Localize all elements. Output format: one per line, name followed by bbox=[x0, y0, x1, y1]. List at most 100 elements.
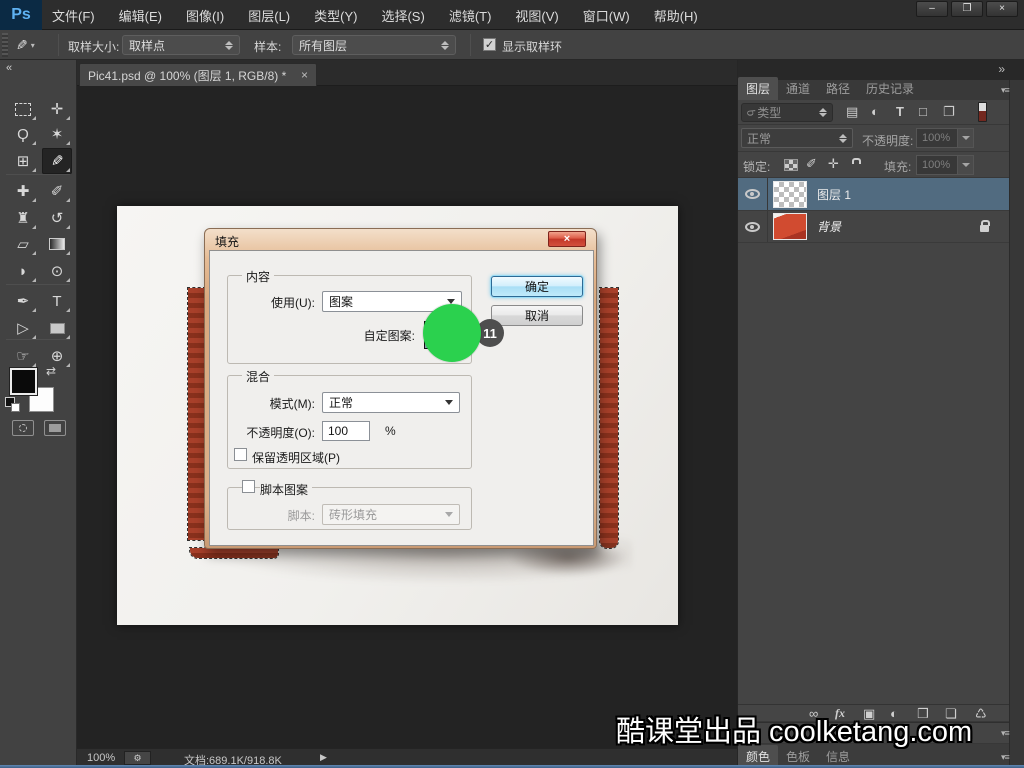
menu-select[interactable]: 选择(S) bbox=[381, 6, 424, 25]
close-button[interactable]: × bbox=[986, 1, 1018, 17]
lock-pixels-icon[interactable]: ✐ bbox=[806, 156, 817, 172]
tool-brush[interactable]: ✐ bbox=[42, 178, 72, 204]
background-thumbnail[interactable] bbox=[773, 213, 807, 240]
scripted-patterns-label: 脚本图案 bbox=[260, 481, 313, 498]
status-arrow-icon[interactable]: ▶ bbox=[320, 752, 327, 763]
lock-position-icon[interactable]: ✛ bbox=[828, 156, 839, 172]
quick-mask-button[interactable] bbox=[12, 420, 34, 436]
eyedropper-icon: ✎ bbox=[50, 153, 64, 170]
filter-type-layers-icon[interactable]: T bbox=[896, 104, 904, 119]
filter-toggle[interactable] bbox=[978, 102, 987, 122]
filter-pixel-layers-icon[interactable]: ▤ bbox=[846, 104, 858, 120]
divider bbox=[6, 339, 70, 340]
tool-type[interactable]: T bbox=[42, 288, 72, 314]
tool-hand[interactable]: ☞ bbox=[8, 343, 38, 369]
tool-gradient[interactable] bbox=[42, 231, 72, 257]
opacity-value[interactable]: 100% bbox=[916, 128, 958, 148]
blend-mode-select[interactable]: 正常 bbox=[741, 128, 853, 148]
layer-row-background[interactable]: 背景 bbox=[738, 210, 1009, 243]
layer-name[interactable]: 背景 bbox=[817, 218, 841, 235]
filter-adjustment-layers-icon[interactable]: ◐ bbox=[871, 104, 879, 119]
tool-clone-stamp[interactable]: ♜ bbox=[8, 205, 38, 231]
foreground-color-swatch[interactable] bbox=[9, 367, 38, 396]
menu-help[interactable]: 帮助(H) bbox=[654, 6, 698, 25]
dialog-close-button[interactable]: × bbox=[548, 231, 586, 247]
dialog-body: 内容 使用(U): 图案 自定图案: ▾ 确定 取消 bbox=[209, 250, 594, 546]
opacity-input[interactable]: 100 bbox=[322, 421, 370, 441]
show-sampling-ring-checkbox[interactable]: ✓ bbox=[483, 38, 496, 51]
tab-layers[interactable]: 图层 bbox=[738, 77, 779, 100]
restore-button[interactable]: ❐ bbox=[951, 1, 983, 17]
menu-view[interactable]: 视图(V) bbox=[515, 6, 558, 25]
tool-history-brush[interactable]: ↺ bbox=[42, 205, 72, 231]
shape-icon bbox=[49, 322, 65, 334]
collapse-panel-icon[interactable]: « bbox=[0, 62, 76, 78]
tool-magic-wand[interactable]: ✶ bbox=[42, 121, 72, 147]
tool-move[interactable]: ✛ bbox=[42, 96, 72, 122]
tool-rectangular-marquee[interactable] bbox=[8, 96, 38, 122]
canvas-image: 填充 × 内容 使用(U): 图案 自定图案: ▾ bbox=[117, 206, 678, 625]
visibility-eye-icon[interactable] bbox=[745, 221, 760, 232]
panel-menu-icon[interactable]: ▾≡ bbox=[1001, 728, 1010, 739]
fill-value[interactable]: 100% bbox=[916, 155, 958, 175]
tool-eraser[interactable]: ▱ bbox=[8, 231, 38, 257]
gradient-icon bbox=[49, 238, 65, 250]
pen-icon: ✒ bbox=[16, 293, 30, 310]
sample-size-select[interactable]: 取样点 bbox=[122, 35, 240, 55]
menu-edit[interactable]: 编辑(E) bbox=[119, 6, 162, 25]
tab-paths[interactable]: 路径 bbox=[818, 77, 858, 100]
cancel-button[interactable]: 取消 bbox=[491, 305, 583, 326]
tool-healing-brush[interactable]: ✚ bbox=[8, 178, 38, 204]
tool-blur[interactable]: ◗ bbox=[8, 258, 38, 284]
tool-preset[interactable]: ✎ ▾ bbox=[16, 34, 52, 56]
tab-channels[interactable]: 通道 bbox=[778, 77, 818, 100]
panel-menu-icon[interactable]: ▾≡ bbox=[1001, 752, 1010, 763]
canvas-area: Pic41.psd @ 100% (图层 1, RGB/8) * × 填充 × … bbox=[77, 60, 737, 768]
zoom-level[interactable]: 100% bbox=[87, 752, 115, 764]
swap-colors-icon[interactable]: ⇄ bbox=[46, 364, 56, 378]
menu-image[interactable]: 图像(I) bbox=[186, 6, 224, 25]
document-tab[interactable]: Pic41.psd @ 100% (图层 1, RGB/8) * × bbox=[79, 63, 317, 86]
tool-crop[interactable]: ⊞ bbox=[8, 148, 38, 174]
tool-eyedropper[interactable]: ✎ bbox=[42, 148, 72, 174]
layer1-thumbnail[interactable] bbox=[773, 180, 807, 208]
lock-transparency-icon[interactable] bbox=[784, 159, 798, 171]
menu-window[interactable]: 窗口(W) bbox=[583, 6, 630, 25]
layer-row-layer1[interactable]: 图层 1 bbox=[738, 178, 1009, 210]
close-tab-icon[interactable]: × bbox=[301, 68, 308, 82]
selection-left-edge bbox=[187, 287, 206, 541]
delete-layer-icon[interactable]: ♺ bbox=[975, 706, 987, 722]
visibility-eye-icon[interactable] bbox=[745, 189, 760, 199]
opacity-arrow-icon[interactable] bbox=[958, 128, 974, 148]
tab-history[interactable]: 历史记录 bbox=[858, 77, 922, 100]
crop-icon: ⊞ bbox=[16, 153, 30, 170]
status-options-icon[interactable]: ⚙ bbox=[124, 751, 151, 765]
dialog-title: 填充 bbox=[215, 235, 240, 249]
mode-select[interactable]: 正常 bbox=[322, 392, 460, 413]
preserve-transparency-checkbox[interactable] bbox=[234, 448, 247, 461]
tool-lasso[interactable]: Ϙ bbox=[8, 121, 38, 147]
ok-button[interactable]: 确定 bbox=[491, 276, 583, 297]
filter-kind-select[interactable]: ρ 类型 bbox=[741, 103, 833, 122]
updown-arrows-icon bbox=[224, 40, 233, 51]
tool-pen[interactable]: ✒ bbox=[8, 288, 38, 314]
menu-layer[interactable]: 图层(L) bbox=[248, 6, 290, 25]
sample-label: 样本: bbox=[254, 40, 282, 54]
screen-mode-button[interactable] bbox=[44, 420, 66, 436]
panel-menu-icon[interactable]: ▾≡ bbox=[1001, 85, 1010, 96]
sample-select[interactable]: 所有图层 bbox=[292, 35, 456, 55]
sample-size-value: 取样点 bbox=[129, 38, 166, 53]
minimize-button[interactable]: – bbox=[916, 1, 948, 17]
scripted-patterns-checkbox[interactable] bbox=[242, 480, 255, 493]
fill-arrow-icon[interactable] bbox=[958, 155, 974, 175]
menu-type[interactable]: 类型(Y) bbox=[314, 6, 357, 25]
tool-shape[interactable] bbox=[42, 315, 72, 341]
layer-name[interactable]: 图层 1 bbox=[817, 186, 851, 203]
tool-path-selection[interactable]: ▷ bbox=[8, 315, 38, 341]
menu-filter[interactable]: 滤镜(T) bbox=[449, 6, 492, 25]
filter-smart-objects-icon[interactable]: ❐ bbox=[943, 104, 955, 120]
expand-dock-icon[interactable]: » bbox=[998, 62, 1005, 76]
filter-shape-layers-icon[interactable]: □ bbox=[919, 104, 927, 119]
tool-dodge[interactable]: ⊙ bbox=[42, 258, 72, 284]
menu-file[interactable]: 文件(F) bbox=[52, 6, 95, 25]
